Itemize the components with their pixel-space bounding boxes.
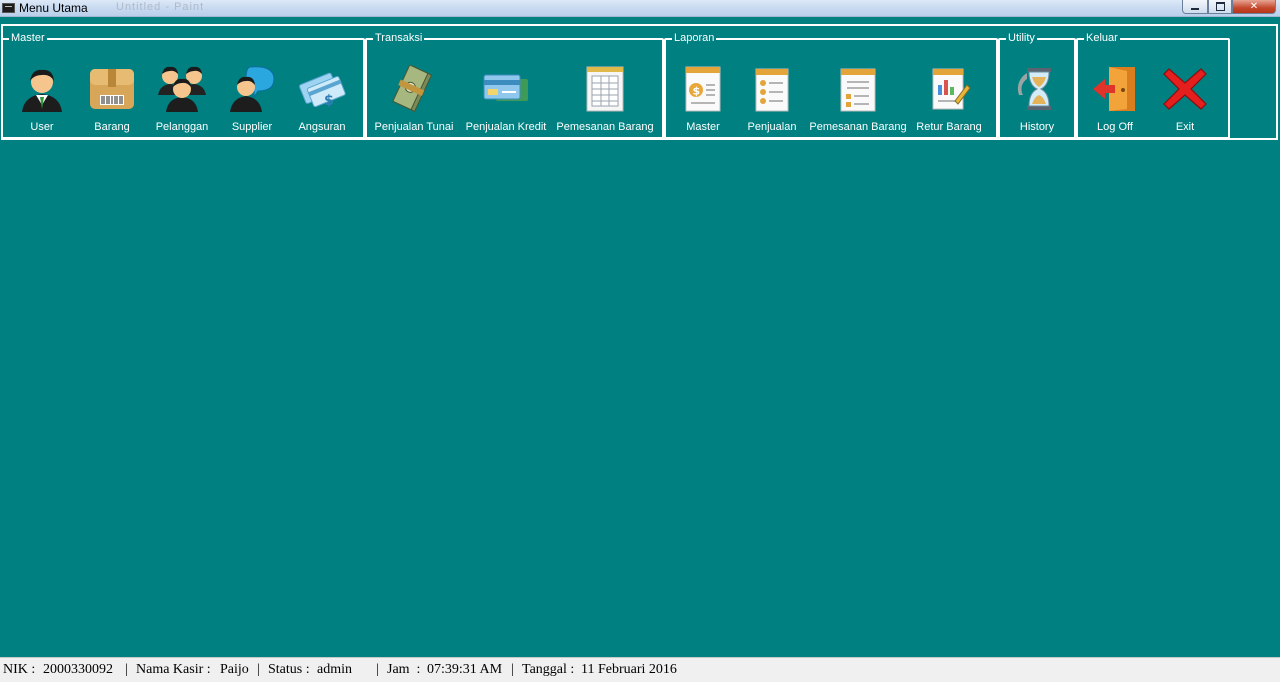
title-bar[interactable]: Menu Utama Untitled - Paint ✕ (0, 0, 1280, 17)
menu-button-penjualan-tunai[interactable]: Penjualan Tunai (372, 65, 456, 139)
user-icon (22, 69, 62, 112)
menu-label-user: User (30, 121, 54, 133)
menu-label-laporan-pemesanan-barang: Pemesanan Barang (809, 121, 907, 133)
menu-button-history[interactable]: History (995, 65, 1079, 139)
report-order-icon (840, 68, 876, 112)
menu-label-penjualan-tunai: Penjualan Tunai (374, 121, 454, 133)
group-utility: Utility History (995, 31, 1079, 139)
menu-label-laporan-penjualan: Penjualan (747, 121, 797, 133)
menu-label-exit: Exit (1175, 121, 1195, 133)
menu-label-laporan-retur-barang: Retur Barang (916, 121, 982, 133)
menu-label-laporan-master: Master (686, 121, 720, 133)
status-date-value: 11 Februari 2016 (581, 662, 677, 677)
status-date-label: Tanggal : (522, 662, 575, 677)
status-kasir-value: Paijo (220, 662, 249, 677)
status-nik-label: NIK : (3, 662, 36, 677)
log-off-door-icon (1093, 67, 1135, 111)
status-separator: | (376, 662, 379, 677)
credit-card-icon (483, 74, 528, 101)
status-time-value: 07:39:31 AM (427, 662, 503, 677)
menu-label-log-off: Log Off (1097, 121, 1133, 133)
menu-button-pemesanan-barang[interactable]: Pemesanan Barang (556, 65, 654, 139)
report-chart-icon (932, 68, 971, 110)
order-sheet-icon (586, 66, 624, 112)
menu-button-exit[interactable]: Exit (1143, 65, 1227, 139)
cash-icon (392, 65, 433, 113)
svg-text:$: $ (693, 85, 701, 98)
group-transaksi: Transaksi Penjualan Tunai Penjualan Kred… (365, 31, 664, 139)
svg-text:$: $ (324, 93, 334, 109)
menu-label-history: History (1019, 121, 1055, 133)
menu-label-supplier: Supplier (231, 121, 273, 133)
minimize-button[interactable] (1182, 0, 1208, 14)
menu-label-pelanggan: Pelanggan (155, 121, 209, 133)
background-window-title: Untitled - Paint (116, 1, 205, 13)
menu-label-pemesanan-barang: Pemesanan Barang (556, 121, 654, 133)
app-window-icon (2, 3, 15, 13)
group-users-icon (158, 66, 206, 112)
group-label-keluar: Keluar (1084, 31, 1120, 45)
menu-button-laporan-penjualan[interactable]: Penjualan (730, 65, 814, 139)
maximize-button[interactable] (1208, 0, 1232, 14)
maximize-icon (1215, 2, 1225, 11)
status-bar: NIK : 2000330092 | Nama Kasir : Paijo | … (0, 657, 1280, 682)
status-separator: | (511, 662, 514, 677)
status-nik-value: 2000330092 (43, 662, 113, 677)
group-master: Master User Barang Pelanggan Supplier $ … (1, 31, 365, 139)
group-label-utility: Utility (1006, 31, 1037, 45)
menu-label-penjualan-kredit: Penjualan Kredit (465, 121, 547, 133)
report-list-icon (755, 68, 789, 112)
minimize-icon (1191, 8, 1199, 10)
exit-x-icon (1163, 68, 1207, 110)
hourglass-icon (1017, 68, 1051, 110)
window-title: Menu Utama (19, 1, 88, 15)
status-time-label: Jam : (387, 662, 421, 677)
menu-label-barang: Barang (94, 121, 130, 133)
menu-button-laporan-pemesanan-barang[interactable]: Pemesanan Barang (809, 65, 907, 139)
group-label-laporan: Laporan (672, 31, 717, 45)
menu-button-angsuran[interactable]: $ Angsuran (280, 65, 364, 139)
status-separator: | (257, 662, 260, 677)
menu-label-angsuran: Angsuran (298, 121, 346, 133)
menu-button-penjualan-kredit[interactable]: Penjualan Kredit (464, 65, 548, 139)
close-icon: ✕ (1249, 1, 1259, 12)
group-label-master: Master (9, 31, 47, 45)
main-workspace (0, 141, 1280, 656)
group-keluar: Keluar Log Off Exit (1076, 31, 1230, 139)
group-label-transaksi: Transaksi (373, 31, 425, 45)
group-laporan: Laporan $ Master Penjualan Pemesanan Bar… (664, 31, 998, 139)
status-role-value: admin (317, 662, 352, 677)
report-dollar-icon: $ (685, 66, 721, 112)
supplier-chat-icon (230, 66, 275, 112)
status-kasir-label: Nama Kasir : (136, 662, 211, 677)
box-icon (90, 69, 134, 109)
status-role-label: Status : (268, 662, 310, 677)
credit-cards-icon: $ (299, 72, 346, 109)
status-separator: | (125, 662, 128, 677)
close-button[interactable]: ✕ (1232, 0, 1276, 14)
menu-button-laporan-retur-barang[interactable]: Retur Barang (907, 65, 991, 139)
